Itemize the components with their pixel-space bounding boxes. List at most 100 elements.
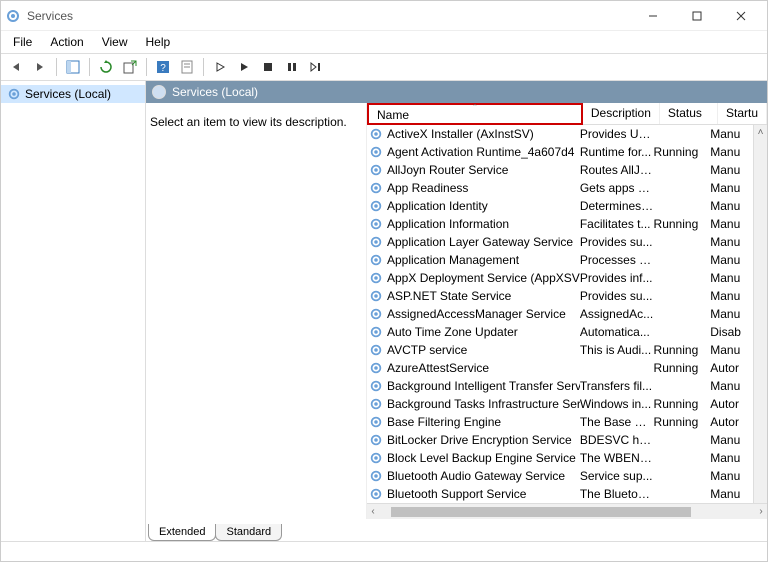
forward-button[interactable]: [29, 56, 51, 78]
show-hide-tree-button[interactable]: [62, 56, 84, 78]
service-name-text: Bluetooth Support Service: [387, 487, 526, 501]
restart-service-button[interactable]: [305, 56, 327, 78]
service-name-cell: ASP.NET State Service: [367, 289, 580, 303]
maximize-button[interactable]: [675, 2, 719, 30]
app-icon: [5, 8, 21, 24]
service-icon: [369, 307, 383, 321]
service-name-text: ASP.NET State Service: [387, 289, 511, 303]
column-header-description[interactable]: Description: [583, 103, 660, 124]
service-row[interactable]: Application ManagementProcesses in...Man…: [367, 251, 767, 269]
service-row[interactable]: Application Layer Gateway ServiceProvide…: [367, 233, 767, 251]
separator: [146, 58, 147, 76]
menu-help[interactable]: Help: [138, 33, 179, 51]
stop-service-button[interactable]: [257, 56, 279, 78]
service-icon: [369, 271, 383, 285]
service-icon: [369, 433, 383, 447]
service-row[interactable]: ASP.NET State ServiceProvides su...Manu: [367, 287, 767, 305]
main-area: Services (Local) Services (Local) Select…: [1, 81, 767, 541]
properties-button[interactable]: [176, 56, 198, 78]
start-service-button[interactable]: [209, 56, 231, 78]
service-desc-cell: Provides su...: [580, 289, 654, 303]
column-header-startup[interactable]: Startu: [718, 103, 767, 124]
service-status-cell: Running: [654, 397, 711, 411]
service-row[interactable]: Base Filtering EngineThe Base Fil...Runn…: [367, 413, 767, 431]
service-name-text: Application Layer Gateway Service: [387, 235, 573, 249]
menu-action[interactable]: Action: [42, 33, 91, 51]
service-icon: [369, 181, 383, 195]
close-button[interactable]: [719, 2, 763, 30]
service-icon: [369, 253, 383, 267]
service-icon: [369, 289, 383, 303]
column-header-name[interactable]: Name ˆ: [367, 103, 583, 125]
right-pane: Services (Local) Select an item to view …: [146, 81, 767, 541]
service-row[interactable]: AssignedAccessManager ServiceAssignedAc.…: [367, 305, 767, 323]
service-desc-cell: Provides inf...: [580, 271, 654, 285]
service-row[interactable]: Application IdentityDetermines ...Manu: [367, 197, 767, 215]
service-row[interactable]: Block Level Backup Engine ServiceThe WBE…: [367, 449, 767, 467]
service-row[interactable]: AzureAttestServiceRunningAutor: [367, 359, 767, 377]
service-name-cell: Application Management: [367, 253, 580, 267]
tree-root-item[interactable]: Services (Local): [1, 85, 145, 103]
tree-pane[interactable]: Services (Local): [1, 81, 146, 541]
service-desc-cell: This is Audi...: [580, 343, 654, 357]
pause-service-button[interactable]: [281, 56, 303, 78]
service-row[interactable]: App ReadinessGets apps re...Manu: [367, 179, 767, 197]
service-row[interactable]: BitLocker Drive Encryption ServiceBDESVC…: [367, 431, 767, 449]
service-row[interactable]: Agent Activation Runtime_4a607d4Runtime …: [367, 143, 767, 161]
pane-header: Services (Local): [146, 81, 767, 103]
export-button[interactable]: [119, 56, 141, 78]
tab-extended[interactable]: Extended: [148, 524, 216, 541]
service-desc-cell: Facilitates t...: [580, 217, 654, 231]
refresh-button[interactable]: [95, 56, 117, 78]
service-name-cell: Auto Time Zone Updater: [367, 325, 580, 339]
back-button[interactable]: [5, 56, 27, 78]
service-desc-cell: Determines ...: [580, 199, 654, 213]
service-name-text: Background Tasks Infrastructure Service: [387, 397, 580, 411]
separator: [89, 58, 90, 76]
service-name-text: Application Management: [387, 253, 519, 267]
service-row[interactable]: Background Tasks Infrastructure ServiceW…: [367, 395, 767, 413]
list-body[interactable]: ActiveX Installer (AxInstSV)Provides Us.…: [367, 125, 767, 503]
service-name-cell: Background Tasks Infrastructure Service: [367, 397, 580, 411]
service-row[interactable]: ActiveX Installer (AxInstSV)Provides Us.…: [367, 125, 767, 143]
services-list[interactable]: Name ˆ Description Status Startu ActiveX…: [366, 103, 767, 519]
service-row[interactable]: AVCTP serviceThis is Audi...RunningManu: [367, 341, 767, 359]
help-button[interactable]: ?: [152, 56, 174, 78]
service-icon: [369, 163, 383, 177]
menu-view[interactable]: View: [94, 33, 136, 51]
service-row[interactable]: Application InformationFacilitates t...R…: [367, 215, 767, 233]
horizontal-scrollbar[interactable]: ‹ ›: [367, 503, 767, 519]
service-row[interactable]: Bluetooth Audio Gateway ServiceService s…: [367, 467, 767, 485]
column-headers: Name ˆ Description Status Startu: [367, 103, 767, 125]
service-row[interactable]: Bluetooth Support ServiceThe Bluetoo...M…: [367, 485, 767, 503]
service-row[interactable]: AllJoyn Router ServiceRoutes AllJo...Man…: [367, 161, 767, 179]
minimize-button[interactable]: [631, 2, 675, 30]
vertical-scrollbar[interactable]: ˄: [753, 125, 767, 503]
service-name-cell: App Readiness: [367, 181, 580, 195]
column-header-status[interactable]: Status: [660, 103, 718, 124]
scroll-right-icon[interactable]: ›: [755, 506, 767, 518]
service-name-cell: AppX Deployment Service (AppXSVC): [367, 271, 580, 285]
service-status-cell: Running: [654, 343, 711, 357]
scrollbar-thumb[interactable]: [391, 507, 691, 517]
scroll-left-icon[interactable]: ‹: [367, 506, 379, 518]
service-desc-cell: Windows in...: [580, 397, 654, 411]
service-name-cell: Bluetooth Support Service: [367, 487, 580, 501]
start-service-filled-button[interactable]: [233, 56, 255, 78]
service-row[interactable]: Background Intelligent Transfer ServiceT…: [367, 377, 767, 395]
service-row[interactable]: AppX Deployment Service (AppXSVC)Provide…: [367, 269, 767, 287]
tab-standard[interactable]: Standard: [215, 524, 282, 541]
scroll-up-icon[interactable]: ˄: [754, 125, 767, 139]
service-name-text: App Readiness: [387, 181, 468, 195]
service-desc-cell: The Base Fil...: [580, 415, 654, 429]
menu-file[interactable]: File: [5, 33, 40, 51]
column-header-name-label: Name: [377, 108, 409, 122]
service-desc-cell: AssignedAc...: [580, 307, 654, 321]
service-name-cell: Base Filtering Engine: [367, 415, 580, 429]
svg-text:?: ?: [160, 63, 166, 74]
menubar: File Action View Help: [1, 31, 767, 53]
service-desc-cell: BDESVC hos...: [580, 433, 654, 447]
service-icon: [369, 145, 383, 159]
service-row[interactable]: Auto Time Zone UpdaterAutomatica...Disab: [367, 323, 767, 341]
service-name-cell: Background Intelligent Transfer Service: [367, 379, 580, 393]
